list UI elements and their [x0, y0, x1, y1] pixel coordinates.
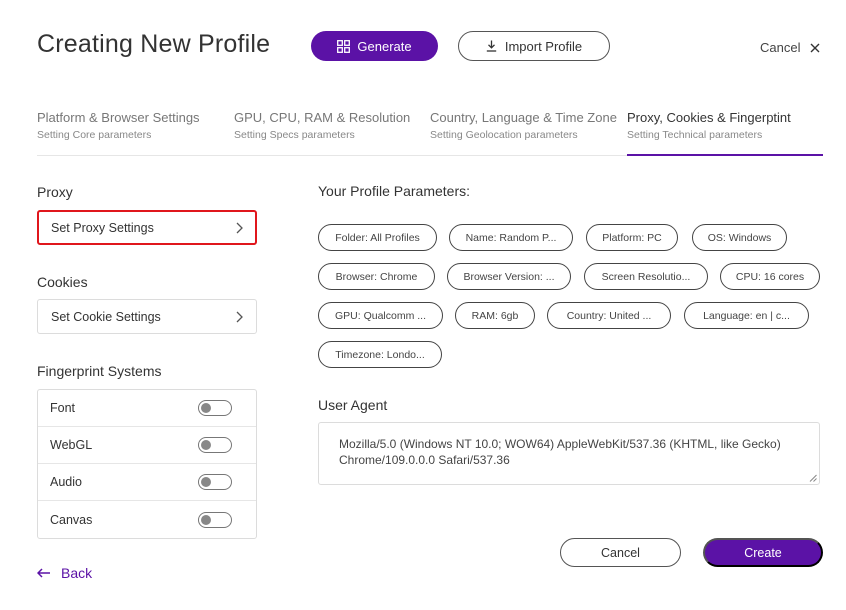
- generate-label: Generate: [357, 38, 412, 54]
- tab-country-language[interactable]: Country, Language & Time Zone Setting Ge…: [430, 110, 617, 141]
- back-label: Back: [61, 565, 93, 581]
- profile-parameters-title: Your Profile Parameters:: [318, 183, 470, 199]
- tab-title: Proxy, Cookies & Fingerptint: [627, 110, 791, 125]
- param-chip-language[interactable]: Language: en | c...: [684, 302, 809, 329]
- webgl-toggle[interactable]: [198, 437, 232, 453]
- audio-toggle[interactable]: [198, 474, 232, 490]
- param-chip-folder[interactable]: Folder: All Profiles: [318, 224, 437, 251]
- tab-subtitle: Setting Geolocation parameters: [430, 129, 578, 141]
- tab-title: Platform & Browser Settings: [37, 110, 200, 125]
- tab-platform-browser[interactable]: Platform & Browser Settings Setting Core…: [37, 110, 200, 141]
- user-agent-label: User Agent: [318, 397, 388, 413]
- back-button[interactable]: Back: [37, 565, 92, 581]
- font-toggle[interactable]: [198, 400, 232, 416]
- generate-button[interactable]: Generate: [311, 31, 438, 61]
- import-profile-button[interactable]: Import Profile: [458, 31, 610, 61]
- tab-gpu-cpu-ram[interactable]: GPU, CPU, RAM & Resolution Setting Specs…: [234, 110, 410, 141]
- tab-subtitle: Setting Specs parameters: [234, 129, 355, 141]
- page-title: Creating New Profile: [37, 30, 271, 58]
- fingerprint-item-label: Canvas: [50, 512, 93, 527]
- chevron-right-icon: [236, 311, 243, 322]
- fingerprint-item-font: Font: [38, 390, 256, 427]
- tab-proxy-cookies[interactable]: Proxy, Cookies & Fingerptint Setting Tec…: [627, 110, 791, 141]
- download-icon: [486, 40, 497, 52]
- import-profile-label: Import Profile: [504, 38, 583, 54]
- user-agent-textarea[interactable]: Mozilla/5.0 (Windows NT 10.0; WOW64) App…: [318, 422, 820, 485]
- set-cookie-settings-label: Set Cookie Settings: [51, 309, 161, 324]
- proxy-label: Proxy: [37, 184, 73, 200]
- cancel-top-label: Cancel: [760, 40, 801, 55]
- param-chip-country[interactable]: Country: United ...: [547, 302, 671, 329]
- create-button[interactable]: Create: [703, 538, 823, 567]
- resize-handle-icon[interactable]: [809, 474, 817, 482]
- set-proxy-settings-label: Set Proxy Settings: [51, 220, 154, 235]
- param-chip-browser[interactable]: Browser: Chrome: [318, 263, 435, 290]
- set-cookie-settings-button[interactable]: Set Cookie Settings: [37, 299, 257, 334]
- grid-icon: [337, 39, 351, 53]
- param-chip-name[interactable]: Name: Random P...: [449, 224, 573, 251]
- chevron-right-icon: [236, 222, 243, 233]
- fingerprint-systems-list: Font WebGL Audio Canvas: [37, 389, 257, 539]
- cancel-label: Cancel: [601, 545, 640, 560]
- canvas-toggle[interactable]: [198, 511, 232, 528]
- user-agent-value: Mozilla/5.0 (Windows NT 10.0; WOW64) App…: [339, 437, 781, 467]
- fingerprint-item-label: Font: [50, 401, 76, 415]
- param-chip-ram[interactable]: RAM: 6gb: [455, 302, 535, 329]
- fingerprint-item-webgl: WebGL: [38, 427, 256, 464]
- tab-subtitle: Setting Technical parameters: [627, 129, 763, 141]
- fingerprint-item-canvas: Canvas: [38, 501, 256, 538]
- cancel-top-button[interactable]: Cancel: [760, 40, 820, 55]
- param-chip-timezone[interactable]: Timezone: Londo...: [318, 341, 442, 368]
- fingerprint-item-audio: Audio: [38, 464, 256, 501]
- param-chip-os[interactable]: OS: Windows: [692, 224, 787, 251]
- cookies-label: Cookies: [37, 274, 88, 290]
- param-chip-screen-resolution[interactable]: Screen Resolutio...: [584, 263, 708, 290]
- fingerprint-item-label: WebGL: [50, 438, 93, 452]
- active-tab-indicator: [627, 154, 823, 156]
- create-label: Create: [744, 545, 782, 560]
- tab-title: GPU, CPU, RAM & Resolution: [234, 110, 411, 125]
- set-proxy-settings-button[interactable]: Set Proxy Settings: [37, 210, 257, 245]
- param-chip-browser-version[interactable]: Browser Version: ...: [447, 263, 571, 290]
- cancel-button[interactable]: Cancel: [560, 538, 681, 567]
- param-chip-gpu[interactable]: GPU: Qualcomm ...: [318, 302, 443, 329]
- arrow-left-icon: [37, 568, 50, 578]
- param-chip-platform[interactable]: Platform: PC: [586, 224, 678, 251]
- close-icon: [810, 43, 820, 52]
- tab-title: Country, Language & Time Zone: [430, 110, 617, 125]
- param-chip-cpu[interactable]: CPU: 16 cores: [720, 263, 820, 290]
- fingerprint-item-label: Audio: [50, 475, 82, 489]
- tab-subtitle: Setting Core parameters: [37, 129, 152, 141]
- fingerprint-systems-label: Fingerprint Systems: [37, 363, 162, 379]
